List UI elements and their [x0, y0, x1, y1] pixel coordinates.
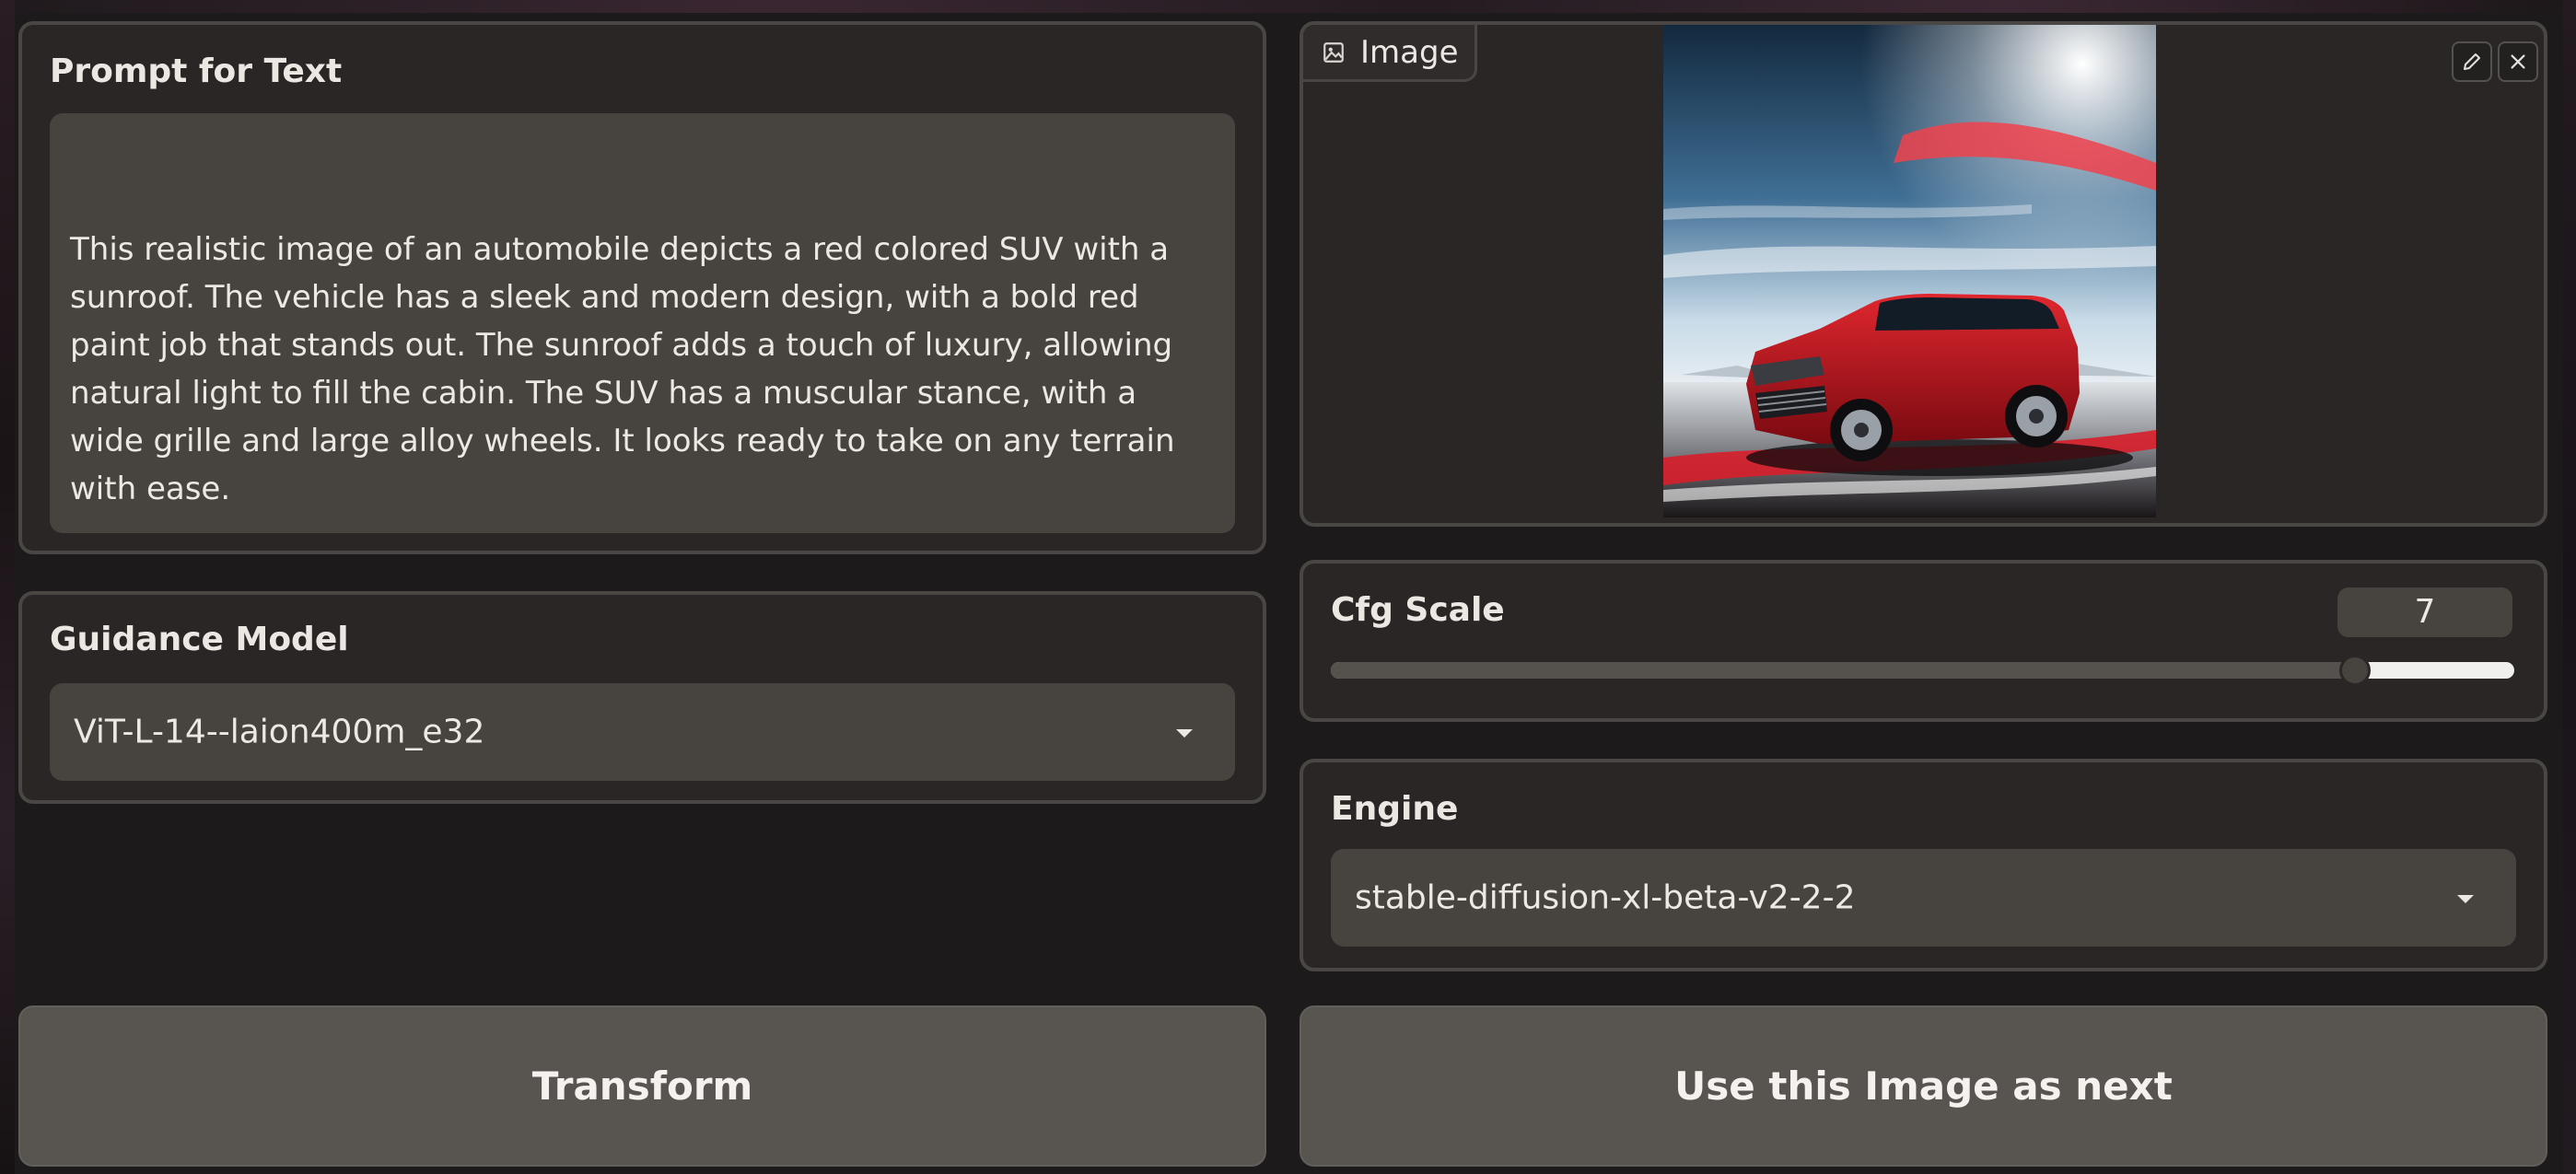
background-top: [0, 0, 2576, 13]
image-icon: [1323, 41, 1344, 63]
background-left-edge: [0, 0, 15, 1174]
cfg-scale-panel: Cfg Scale 7: [1300, 560, 2547, 722]
cfg-scale-slider-fill: [1331, 662, 2355, 679]
image-tag: Image: [1303, 25, 1478, 82]
guidance-model-value: ViT-L-14--laion400m_e32: [74, 713, 485, 751]
close-icon: [2511, 54, 2525, 69]
pencil-icon: [2464, 53, 2480, 70]
cfg-scale-label: Cfg Scale: [1331, 591, 1505, 629]
engine-select[interactable]: stable-diffusion-xl-beta-v2-2-2: [1331, 849, 2516, 947]
cfg-scale-number-input[interactable]: 7: [2337, 587, 2512, 637]
engine-value: stable-diffusion-xl-beta-v2-2-2: [1355, 878, 1856, 917]
chevron-down-icon: [2457, 895, 2474, 903]
clear-image-button[interactable]: [2498, 41, 2538, 82]
engine-panel: Engine stable-diffusion-xl-beta-v2-2-2: [1300, 759, 2547, 971]
image-label: Image: [1360, 33, 1459, 71]
background-right-edge: [2563, 0, 2576, 1174]
prompt-textarea[interactable]: This realistic image of an automobile de…: [50, 113, 1235, 533]
red-suv-image: [1663, 25, 2156, 517]
guidance-model-select[interactable]: ViT-L-14--laion400m_e32: [50, 683, 1235, 781]
image-output-panel: Image: [1300, 21, 2547, 527]
cfg-scale-slider-track[interactable]: [1331, 662, 2514, 679]
engine-label: Engine: [1331, 790, 1459, 828]
cfg-scale-slider-thumb[interactable]: [2338, 655, 2371, 686]
chevron-down-icon: [1176, 729, 1193, 738]
transform-button[interactable]: Transform: [18, 1005, 1266, 1167]
guidance-model-label: Guidance Model: [50, 621, 349, 658]
prompt-text: This realistic image of an automobile de…: [70, 231, 1175, 507]
prompt-panel: Prompt for Text This realistic image of …: [18, 21, 1266, 554]
generated-image: [1663, 25, 2156, 517]
prompt-label: Prompt for Text: [50, 52, 343, 90]
edit-button[interactable]: [2452, 41, 2492, 82]
use-image-as-next-button[interactable]: Use this Image as next: [1300, 1005, 2547, 1167]
guidance-model-panel: Guidance Model ViT-L-14--laion400m_e32: [18, 591, 1266, 804]
